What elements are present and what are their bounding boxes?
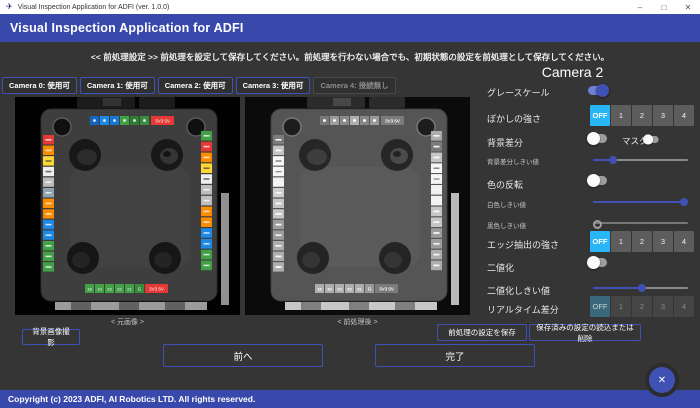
page-title: Visual Inspection Application for ADFI: [10, 21, 244, 35]
load-or-delete-settings-button[interactable]: 保存済みの設定の読込または削除: [529, 324, 641, 341]
svg-text:3V3 5V: 3V3 5V: [379, 287, 394, 292]
realtime-diff-buttons: OFF 1 2 3 4: [590, 296, 694, 317]
camera-tabs: Camera 0: 使用可 Camera 1: 使用可 Camera 2: 使用…: [2, 77, 396, 94]
edge-4-button[interactable]: 4: [674, 231, 694, 252]
svg-text:19: 19: [97, 287, 102, 292]
app-icon: ✈: [6, 3, 13, 11]
white-threshold-slider[interactable]: [593, 197, 688, 206]
grayscale-label: グレースケール: [487, 86, 550, 99]
minimize-icon[interactable]: –: [628, 0, 652, 14]
close-icon[interactable]: ✕: [676, 0, 700, 14]
preprocessed-image-preview: 3V3 5V 18 19 23 22 21 G 3V3 5V: [245, 97, 470, 315]
edge-strength-buttons: OFF 1 2 3 4: [590, 231, 694, 252]
realtime-1-button: 1: [611, 296, 631, 317]
blur-strength-buttons: OFF 1 2 3 4: [590, 105, 694, 126]
edge-off-button[interactable]: OFF: [590, 231, 610, 252]
fab-close-icon: ✕: [658, 375, 666, 386]
maximize-icon[interactable]: □: [652, 0, 676, 14]
svg-text:18: 18: [87, 287, 92, 292]
svg-text:3V3 5V: 3V3 5V: [385, 119, 400, 124]
blur-3-button[interactable]: 3: [653, 105, 673, 126]
window-controls: – □ ✕: [628, 0, 700, 14]
svg-text:23: 23: [107, 287, 112, 292]
app-header: Visual Inspection Application for ADFI: [0, 14, 700, 42]
tab-camera-4[interactable]: Camera 4: 接続無し: [313, 77, 395, 94]
grayscale-toggle[interactable]: [587, 84, 609, 97]
tab-camera-1[interactable]: Camera 1: 使用可: [80, 77, 155, 94]
edge-2-button[interactable]: 2: [632, 231, 652, 252]
tab-camera-3[interactable]: Camera 3: 使用可: [236, 77, 311, 94]
binarize-threshold-label: 二値化しきい値: [487, 284, 550, 297]
svg-text:21: 21: [127, 287, 132, 292]
app-footer: Copyright (c) 2023 ADFI, AI Robotics LTD…: [0, 390, 700, 408]
app-window: ✈ Visual Inspection Application for ADFI…: [0, 0, 700, 408]
svg-text:22: 22: [117, 287, 122, 292]
close-fab-button[interactable]: ✕: [649, 367, 675, 393]
svg-text:21: 21: [357, 287, 362, 292]
svg-text:22: 22: [347, 287, 352, 292]
copyright-text: Copyright (c) 2023 ADFI, AI Robotics LTD…: [8, 394, 255, 404]
done-button[interactable]: 完了: [375, 344, 535, 367]
tab-camera-2[interactable]: Camera 2: 使用可: [158, 77, 233, 94]
bg-diff-toggle[interactable]: [587, 132, 609, 145]
mask-toggle[interactable]: [643, 134, 660, 144]
bg-diff-threshold-slider[interactable]: [593, 155, 688, 164]
blur-2-button[interactable]: 2: [632, 105, 652, 126]
white-threshold-label: 白色しきい値: [487, 199, 526, 209]
realtime-diff-label: リアルタイム差分: [487, 303, 559, 316]
blur-off-button[interactable]: OFF: [590, 105, 610, 126]
black-threshold-slider[interactable]: [593, 218, 688, 227]
bg-diff-label: 背景差分: [487, 136, 523, 149]
svg-text:18: 18: [317, 287, 322, 292]
realtime-2-button: 2: [632, 296, 652, 317]
black-threshold-label: 黒色しきい値: [487, 220, 526, 230]
original-image-preview: 3V3 5V 18 19 23 22 21 G 3V3 5V: [15, 97, 240, 315]
edge-3-button[interactable]: 3: [653, 231, 673, 252]
window-title: Visual Inspection Application for ADFI (…: [18, 4, 170, 11]
bg-diff-threshold-label: 背景差分しきい値: [487, 156, 539, 166]
binarize-label: 二値化: [487, 261, 514, 274]
realtime-off-button: OFF: [590, 296, 610, 317]
binarize-threshold-slider[interactable]: [593, 283, 688, 292]
realtime-4-button: 4: [674, 296, 694, 317]
invert-color-toggle[interactable]: [587, 174, 609, 187]
realtime-3-button: 3: [653, 296, 673, 317]
edge-strength-label: エッジ抽出の強さ: [487, 238, 559, 251]
blur-strength-label: ぼかしの強さ: [487, 112, 541, 125]
svg-text:19: 19: [327, 287, 332, 292]
svg-text:3V3 5V: 3V3 5V: [149, 287, 164, 292]
capture-background-button[interactable]: 背景画像撮影: [22, 329, 80, 345]
tab-camera-0[interactable]: Camera 0: 使用可: [2, 77, 77, 94]
blur-4-button[interactable]: 4: [674, 105, 694, 126]
previous-button[interactable]: 前へ: [163, 344, 323, 367]
edge-1-button[interactable]: 1: [611, 231, 631, 252]
binarize-toggle[interactable]: [587, 256, 609, 269]
svg-text:23: 23: [337, 287, 342, 292]
blur-1-button[interactable]: 1: [611, 105, 631, 126]
save-settings-button[interactable]: 前処理の設定を保存: [437, 324, 527, 341]
panel-title: Camera 2: [485, 64, 660, 80]
invert-color-label: 色の反転: [487, 178, 523, 191]
instruction-text: << 前処理設定 >> 前処理を設定して保存してください。前処理を行わない場合で…: [0, 51, 700, 63]
os-titlebar: ✈ Visual Inspection Application for ADFI…: [0, 0, 700, 14]
svg-text:3V3 5V: 3V3 5V: [155, 119, 170, 124]
svg-text:G: G: [138, 287, 142, 292]
svg-text:G: G: [368, 287, 372, 292]
